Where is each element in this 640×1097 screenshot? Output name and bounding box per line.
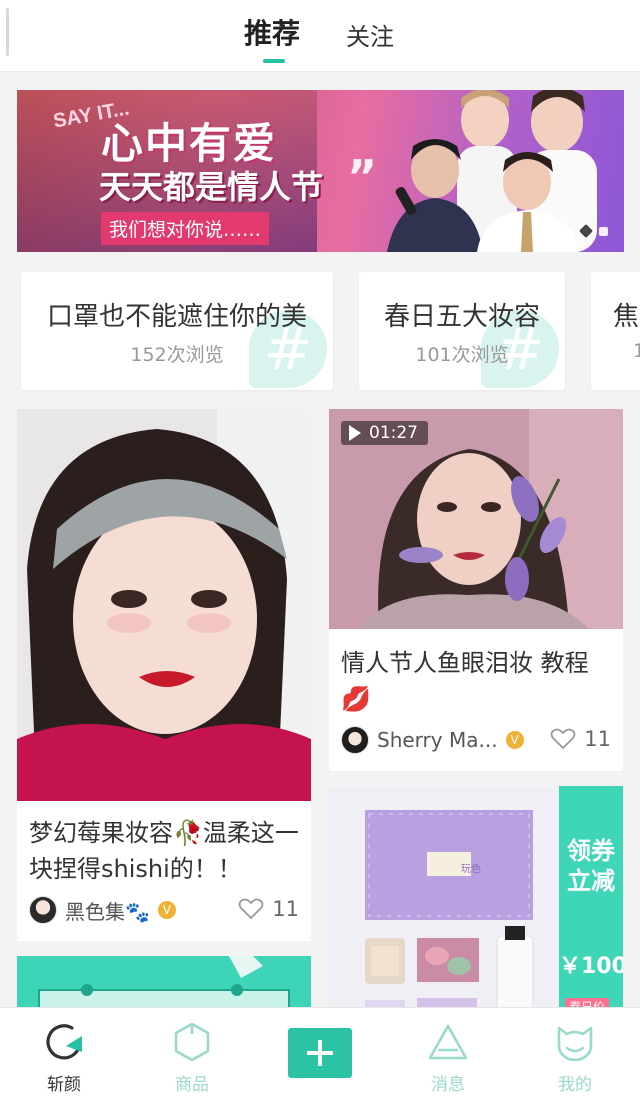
promo-text: 领券立减	[567, 837, 615, 895]
topic-views: 1	[633, 340, 640, 362]
banner-dot-active[interactable]	[578, 223, 594, 239]
feed-card[interactable]: 01:27 情人节人鱼眼泪妆 教程💋 Sherry Ma... V 11	[329, 409, 623, 771]
promo-amount: ￥100	[559, 954, 623, 979]
triangle-icon	[426, 1020, 470, 1064]
nav-label: 商品	[175, 1075, 209, 1095]
nav-item-profile[interactable]: 我的	[530, 1020, 620, 1095]
author-avatar[interactable]	[341, 726, 369, 754]
card-image	[329, 786, 623, 1016]
topic-views: 152次浏览	[130, 344, 224, 366]
hexagon-icon	[170, 1020, 214, 1064]
topic-title: 春日五大妆容	[383, 302, 540, 332]
box-label: 玩色	[461, 864, 481, 875]
feed-card-ad[interactable]: 领券立减 ￥100 玩色 春日价	[329, 786, 623, 1016]
author-avatar[interactable]	[29, 896, 57, 924]
like-count: 11	[272, 897, 299, 921]
banner-dot[interactable]	[564, 226, 573, 236]
bottom-nav: 斩颜 商品 消息 我的	[0, 1007, 640, 1097]
nav-item-products[interactable]: 商品	[147, 1020, 237, 1095]
like-button[interactable]: 11	[238, 897, 299, 921]
card-image	[17, 409, 311, 801]
video-duration-badge: 01:27	[341, 421, 428, 445]
edge-indicator	[6, 8, 9, 56]
banner-pagination[interactable]	[564, 223, 608, 239]
card-author[interactable]: Sherry Ma... V	[341, 725, 524, 755]
nav-label: 斩颜	[47, 1075, 81, 1095]
author-name: 黑色集🐾	[65, 899, 150, 924]
card-author[interactable]: 黑色集🐾 V	[29, 895, 176, 925]
top-tab-bar: 推荐 关注	[0, 0, 640, 72]
banner-headline-2: 天天都是情人节	[99, 168, 324, 206]
card-title: 梦幻莓果妆容🥀温柔这一块捏得shishi的！！	[29, 819, 299, 883]
publish-plus-button[interactable]	[288, 1028, 352, 1078]
active-tab-indicator	[263, 59, 285, 63]
like-button[interactable]: 11	[550, 727, 611, 751]
card-title: 情人节人鱼眼泪妆 教程💋	[341, 649, 589, 713]
video-duration: 01:27	[369, 423, 418, 443]
banner-subtitle: 我们想对你说……	[101, 212, 270, 245]
topic-card[interactable]: 焦 1	[591, 272, 640, 390]
banner-dot[interactable]	[599, 226, 608, 236]
tab-recommend[interactable]: 推荐	[244, 12, 300, 52]
heart-icon	[550, 728, 576, 750]
card-image: 01:27	[329, 409, 623, 629]
tab-follow[interactable]: 关注	[346, 17, 394, 52]
nav-label: 消息	[431, 1075, 465, 1095]
verified-badge-icon: V	[505, 731, 524, 749]
play-icon	[349, 425, 361, 441]
feed-card[interactable]: 梦幻莓果妆容🥀温柔这一块捏得shishi的！！ 黑色集🐾 V 11	[17, 409, 311, 941]
nav-label: 我的	[558, 1075, 592, 1095]
topic-title: 口罩也不能遮住你的美	[46, 302, 307, 332]
refresh-circle-icon	[42, 1020, 86, 1064]
cat-face-icon	[553, 1020, 597, 1064]
nav-item-home[interactable]: 斩颜	[19, 1020, 109, 1095]
author-name: Sherry Ma...	[377, 728, 498, 752]
topic-card[interactable]: # 春日五大妆容 101次浏览	[359, 272, 565, 390]
verified-badge-icon: V	[157, 901, 176, 919]
heart-icon	[238, 898, 264, 920]
topic-title: 焦	[613, 302, 640, 332]
promo-banner[interactable]: SAY IT... 心中有爱 天天都是情人节 ” 我们想对你说……	[17, 90, 624, 252]
nav-item-messages[interactable]: 消息	[403, 1020, 493, 1095]
app-screen: 推荐 关注 SAY IT... 心中有爱 天天都是情人节 ” 我们想对你说……	[0, 0, 640, 1097]
like-count: 11	[584, 727, 611, 751]
topic-card[interactable]: # 口罩也不能遮住你的美 152次浏览	[21, 272, 333, 390]
topic-views: 101次浏览	[415, 344, 509, 366]
